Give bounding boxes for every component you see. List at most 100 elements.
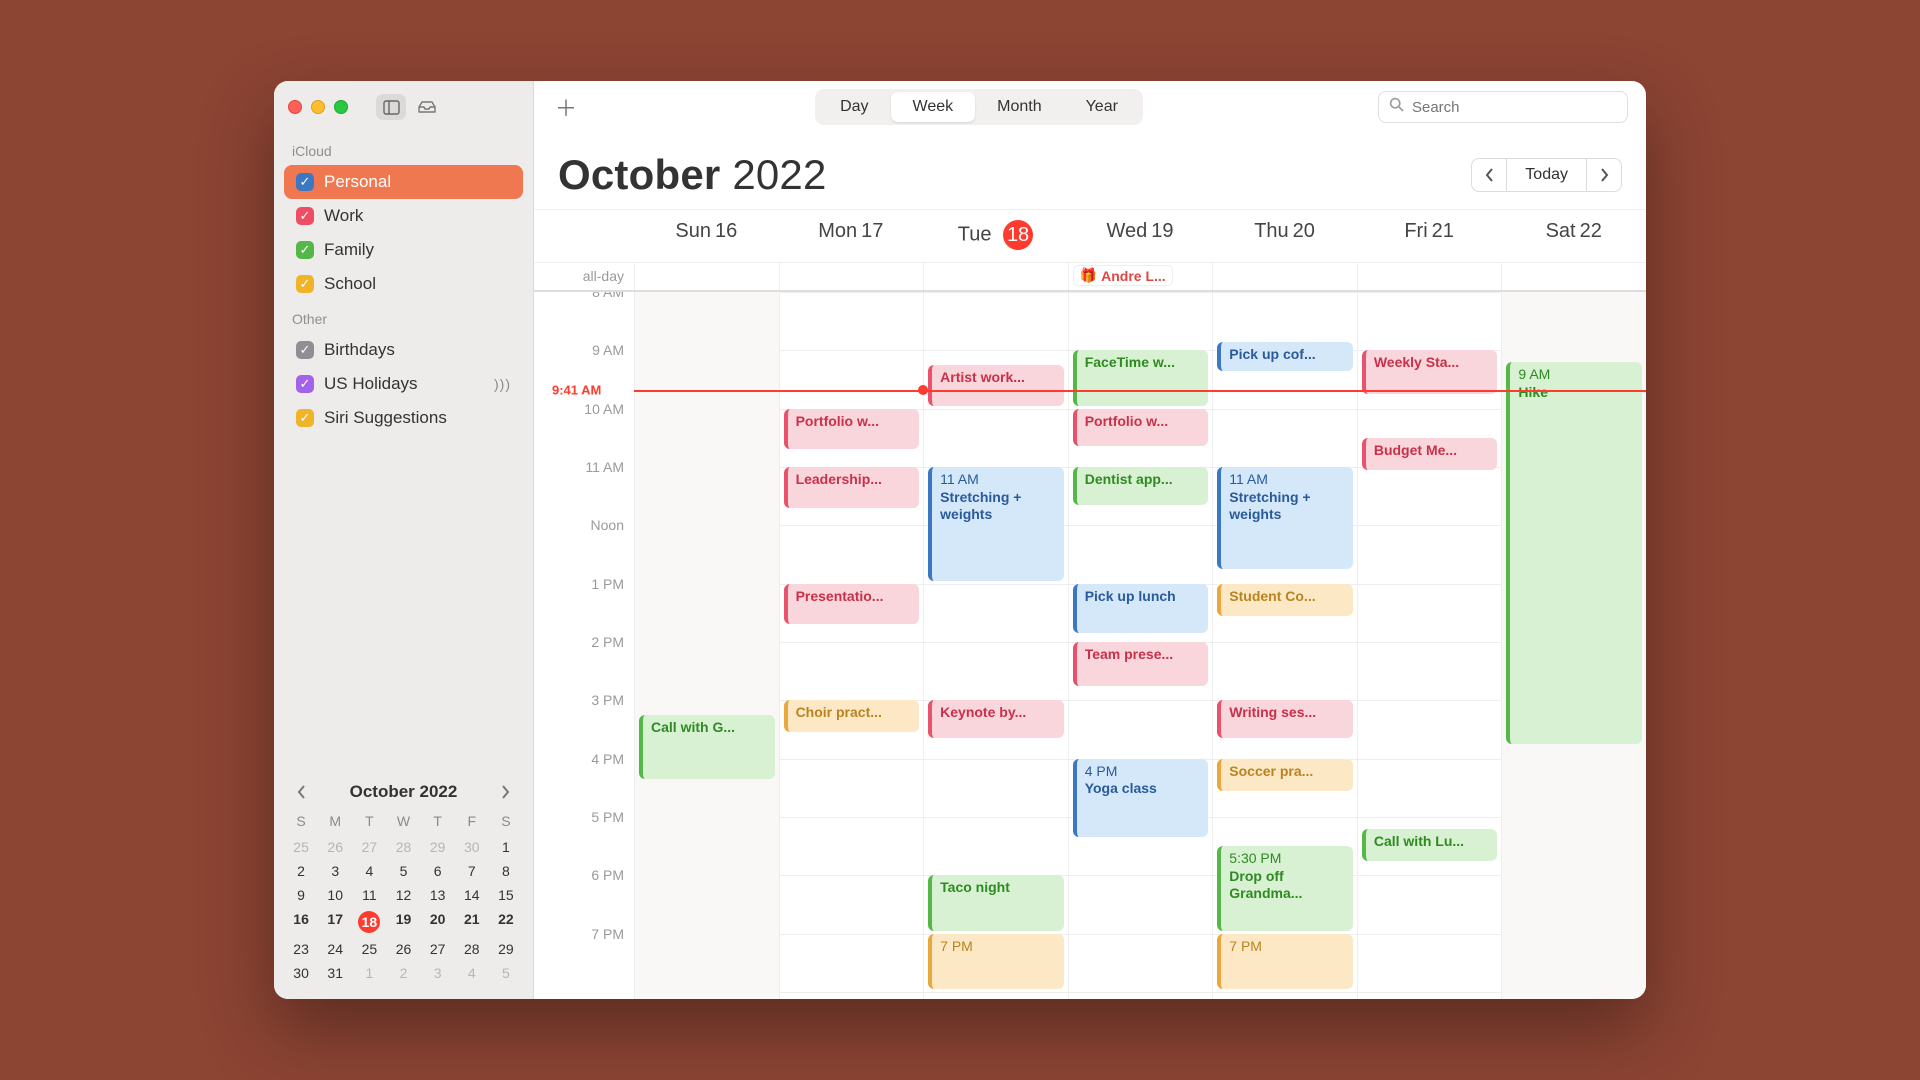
event[interactable]: Dentist app...: [1073, 467, 1209, 505]
checkbox-icon[interactable]: ✓: [296, 173, 314, 191]
zoom-icon[interactable]: [334, 100, 348, 114]
minimize-icon[interactable]: [311, 100, 325, 114]
event[interactable]: 9 AMHike: [1506, 362, 1642, 744]
mini-day[interactable]: 24: [318, 937, 352, 961]
checkbox-icon[interactable]: ✓: [296, 409, 314, 427]
checkbox-icon[interactable]: ✓: [296, 275, 314, 293]
day-col-mon[interactable]: Portfolio w...Leadership...Presentatio..…: [779, 292, 924, 999]
view-year[interactable]: Year: [1064, 92, 1140, 122]
checkbox-icon[interactable]: ✓: [296, 375, 314, 393]
event[interactable]: Weekly Sta...: [1362, 350, 1498, 394]
calendars-pane-button[interactable]: [376, 94, 406, 120]
mini-day[interactable]: 7: [455, 859, 489, 883]
mini-day[interactable]: 20: [421, 907, 455, 937]
mini-day[interactable]: 29: [421, 835, 455, 859]
calendar-item-school[interactable]: ✓School: [284, 267, 523, 301]
mini-day[interactable]: 14: [455, 883, 489, 907]
next-week-button[interactable]: [1586, 158, 1622, 192]
event[interactable]: Pick up cof...: [1217, 342, 1353, 371]
event[interactable]: Artist work...: [928, 365, 1064, 406]
day-header-mon[interactable]: Mon17: [779, 220, 924, 250]
mini-prev-month[interactable]: [290, 781, 312, 803]
day-col-sat[interactable]: 9 AMHike: [1501, 292, 1646, 999]
add-event-button[interactable]: ＋: [552, 93, 580, 121]
day-header-sat[interactable]: Sat22: [1501, 220, 1646, 250]
day-header-tue[interactable]: Tue 18: [923, 220, 1068, 250]
event[interactable]: FaceTime w...: [1073, 350, 1209, 405]
event[interactable]: Keynote by...: [928, 700, 1064, 738]
day-header-wed[interactable]: Wed19: [1068, 220, 1213, 250]
event[interactable]: Portfolio w...: [784, 409, 920, 450]
prev-week-button[interactable]: [1471, 158, 1507, 192]
day-header-thu[interactable]: Thu20: [1212, 220, 1357, 250]
mini-day[interactable]: 4: [352, 859, 386, 883]
day-col-tue[interactable]: Artist work...11 AMStretching + weightsK…: [923, 292, 1068, 999]
mini-day[interactable]: 27: [421, 937, 455, 961]
event[interactable]: Team prese...: [1073, 642, 1209, 686]
mini-day[interactable]: 22: [489, 907, 523, 937]
allday-event[interactable]: 🎁Andre L...: [1073, 265, 1173, 286]
allday-cell[interactable]: [1357, 263, 1502, 290]
mini-day[interactable]: 15: [489, 883, 523, 907]
mini-day[interactable]: 1: [352, 961, 386, 985]
day-col-thu[interactable]: Pick up cof... 11 AMStretching + weights S…: [1212, 292, 1357, 999]
mini-day[interactable]: 1: [489, 835, 523, 859]
event[interactable]: 11 AMStretching + weights: [1217, 467, 1353, 569]
mini-day[interactable]: 6: [421, 859, 455, 883]
mini-day[interactable]: 2: [386, 961, 420, 985]
search-input[interactable]: [1412, 99, 1617, 116]
event[interactable]: Student Co...: [1217, 584, 1353, 616]
checkbox-icon[interactable]: ✓: [296, 341, 314, 359]
view-month[interactable]: Month: [975, 92, 1063, 122]
mini-day[interactable]: 30: [455, 835, 489, 859]
event[interactable]: 5:30 PMDrop off Grandma...: [1217, 846, 1353, 931]
event[interactable]: 7 PM: [1217, 934, 1353, 989]
mini-day[interactable]: 21: [455, 907, 489, 937]
event[interactable]: Portfolio w...: [1073, 409, 1209, 447]
checkbox-icon[interactable]: ✓: [296, 207, 314, 225]
calendar-item-birthdays[interactable]: ✓Birthdays: [284, 333, 523, 367]
allday-cell[interactable]: [923, 263, 1068, 290]
event[interactable]: Choir pract...: [784, 700, 920, 732]
view-week[interactable]: Week: [891, 92, 976, 122]
mini-day[interactable]: 11: [352, 883, 386, 907]
calendar-item-siri-suggestions[interactable]: ✓Siri Suggestions: [284, 401, 523, 435]
mini-day[interactable]: 2: [284, 859, 318, 883]
allday-cell[interactable]: [634, 263, 779, 290]
mini-day[interactable]: 26: [386, 937, 420, 961]
mini-day[interactable]: 30: [284, 961, 318, 985]
mini-day[interactable]: 3: [318, 859, 352, 883]
inbox-button[interactable]: [412, 94, 442, 120]
mini-day[interactable]: 29: [489, 937, 523, 961]
calendar-item-family[interactable]: ✓Family: [284, 233, 523, 267]
event[interactable]: 7 PM: [928, 934, 1064, 989]
search-field[interactable]: [1378, 91, 1628, 123]
calendar-item-personal[interactable]: ✓Personal: [284, 165, 523, 199]
day-col-fri[interactable]: Weekly Sta... Budget Me... Call with Lu...: [1357, 292, 1502, 999]
day-col-wed[interactable]: FaceTime w... Portfolio w... Dentist app..…: [1068, 292, 1213, 999]
mini-day[interactable]: 13: [421, 883, 455, 907]
allday-cell[interactable]: [1501, 263, 1646, 290]
event[interactable]: Call with Lu...: [1362, 829, 1498, 861]
event[interactable]: 4 PMYoga class: [1073, 759, 1209, 838]
mini-day[interactable]: 8: [489, 859, 523, 883]
event[interactable]: Budget Me...: [1362, 438, 1498, 470]
event[interactable]: Leadership...: [784, 467, 920, 508]
mini-day[interactable]: 5: [386, 859, 420, 883]
view-day[interactable]: Day: [818, 92, 890, 122]
mini-day[interactable]: 25: [284, 835, 318, 859]
day-header-fri[interactable]: Fri21: [1357, 220, 1502, 250]
mini-day[interactable]: 27: [352, 835, 386, 859]
mini-day[interactable]: 28: [386, 835, 420, 859]
mini-day[interactable]: 9: [284, 883, 318, 907]
mini-day[interactable]: 16: [284, 907, 318, 937]
mini-day[interactable]: 5: [489, 961, 523, 985]
today-button[interactable]: Today: [1507, 158, 1586, 192]
mini-day[interactable]: 31: [318, 961, 352, 985]
close-icon[interactable]: [288, 100, 302, 114]
mini-day[interactable]: 19: [386, 907, 420, 937]
mini-day[interactable]: 10: [318, 883, 352, 907]
event[interactable]: Pick up lunch: [1073, 584, 1209, 634]
event[interactable]: Soccer pra...: [1217, 759, 1353, 791]
mini-day[interactable]: 23: [284, 937, 318, 961]
